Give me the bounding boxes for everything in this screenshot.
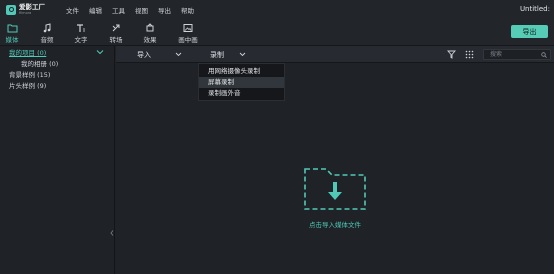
- collapse-panel-handle[interactable]: [110, 228, 114, 238]
- tab-audio[interactable]: 音频: [32, 22, 62, 44]
- menu-item-webcam-record[interactable]: 用网络摄像头录制: [199, 66, 284, 77]
- export-button[interactable]: 导出: [511, 25, 548, 38]
- transition-icon: [111, 22, 122, 33]
- menu-export[interactable]: 导出: [153, 5, 176, 15]
- import-media-label[interactable]: 点击导入媒体文件: [290, 219, 380, 229]
- grid-view-icon[interactable]: [465, 50, 474, 59]
- menu-help[interactable]: 帮助: [176, 5, 199, 15]
- effects-icon: [145, 22, 156, 33]
- import-button[interactable]: 导入: [137, 50, 151, 60]
- tab-audio-label: 音频: [40, 36, 54, 44]
- record-dropdown-menu: 用网络摄像头录制 屏幕录制 录制画外音: [198, 63, 285, 101]
- music-note-icon: [42, 22, 53, 33]
- library-item-my-projects[interactable]: 我的项目 (0): [9, 47, 46, 57]
- tab-media-label: 媒体: [5, 36, 19, 44]
- search-icon[interactable]: [541, 52, 547, 58]
- library-panel: 我的项目 (0) 我的相册 (0) 背景样例 (15) 片头样例 (9): [0, 46, 115, 274]
- filter-icon[interactable]: [447, 50, 456, 59]
- library-item-intro-samples[interactable]: 片头样例 (9): [9, 80, 46, 90]
- record-button[interactable]: 录制: [210, 50, 224, 60]
- library-item-my-album[interactable]: 我的相册 (0): [21, 58, 58, 68]
- menu-bar: 文件 编辑 工具 视图 导出 帮助: [61, 5, 199, 15]
- record-chevron-down-icon[interactable]: [239, 51, 246, 58]
- chevron-down-icon[interactable]: [96, 48, 104, 56]
- tab-transitions-label: 转场: [109, 36, 123, 44]
- menu-item-screen-record[interactable]: 屏幕录制: [199, 77, 284, 88]
- title-bar: 爱影工厂 filmora 文件 编辑 工具 视图 导出 帮助 Untitled:: [0, 0, 554, 19]
- menu-tools[interactable]: 工具: [107, 5, 130, 15]
- menu-view[interactable]: 视图: [130, 5, 153, 15]
- tab-effects-label: 效果: [143, 36, 157, 44]
- tab-pip[interactable]: 画中画: [173, 22, 203, 44]
- menu-edit[interactable]: 编辑: [84, 5, 107, 15]
- tab-media[interactable]: 媒体: [0, 22, 27, 44]
- menu-item-voiceover-record[interactable]: 录制画外音: [199, 88, 284, 99]
- tab-effects[interactable]: 效果: [135, 22, 165, 44]
- search-input[interactable]: [484, 50, 538, 59]
- import-drop-zone-icon[interactable]: [302, 167, 368, 211]
- picture-in-picture-icon: [183, 22, 194, 33]
- tab-pip-label: 画中画: [178, 36, 198, 44]
- import-chevron-down-icon[interactable]: [175, 51, 182, 58]
- tab-transitions[interactable]: 转场: [101, 22, 131, 44]
- logo-subtitle: filmora: [19, 10, 32, 15]
- logo-name: 爱影工厂: [19, 3, 45, 11]
- tab-text[interactable]: 文字: [66, 22, 96, 44]
- toolbar: 媒体 音频 文字 转场 效果 画中画 导出: [0, 19, 554, 46]
- chevron-left-icon: [110, 230, 114, 236]
- library-item-background-samples[interactable]: 背景样例 (15): [9, 69, 50, 79]
- logo-mark-icon: [6, 4, 16, 15]
- tab-text-label: 文字: [74, 36, 88, 44]
- media-header: 导入 录制: [116, 46, 554, 63]
- text-icon: [76, 22, 87, 33]
- window-title: Untitled:: [519, 5, 550, 13]
- menu-file[interactable]: 文件: [61, 5, 84, 15]
- search-box: [483, 49, 551, 60]
- app-logo: 爱影工厂 filmora: [6, 4, 54, 15]
- folder-icon: [7, 22, 18, 33]
